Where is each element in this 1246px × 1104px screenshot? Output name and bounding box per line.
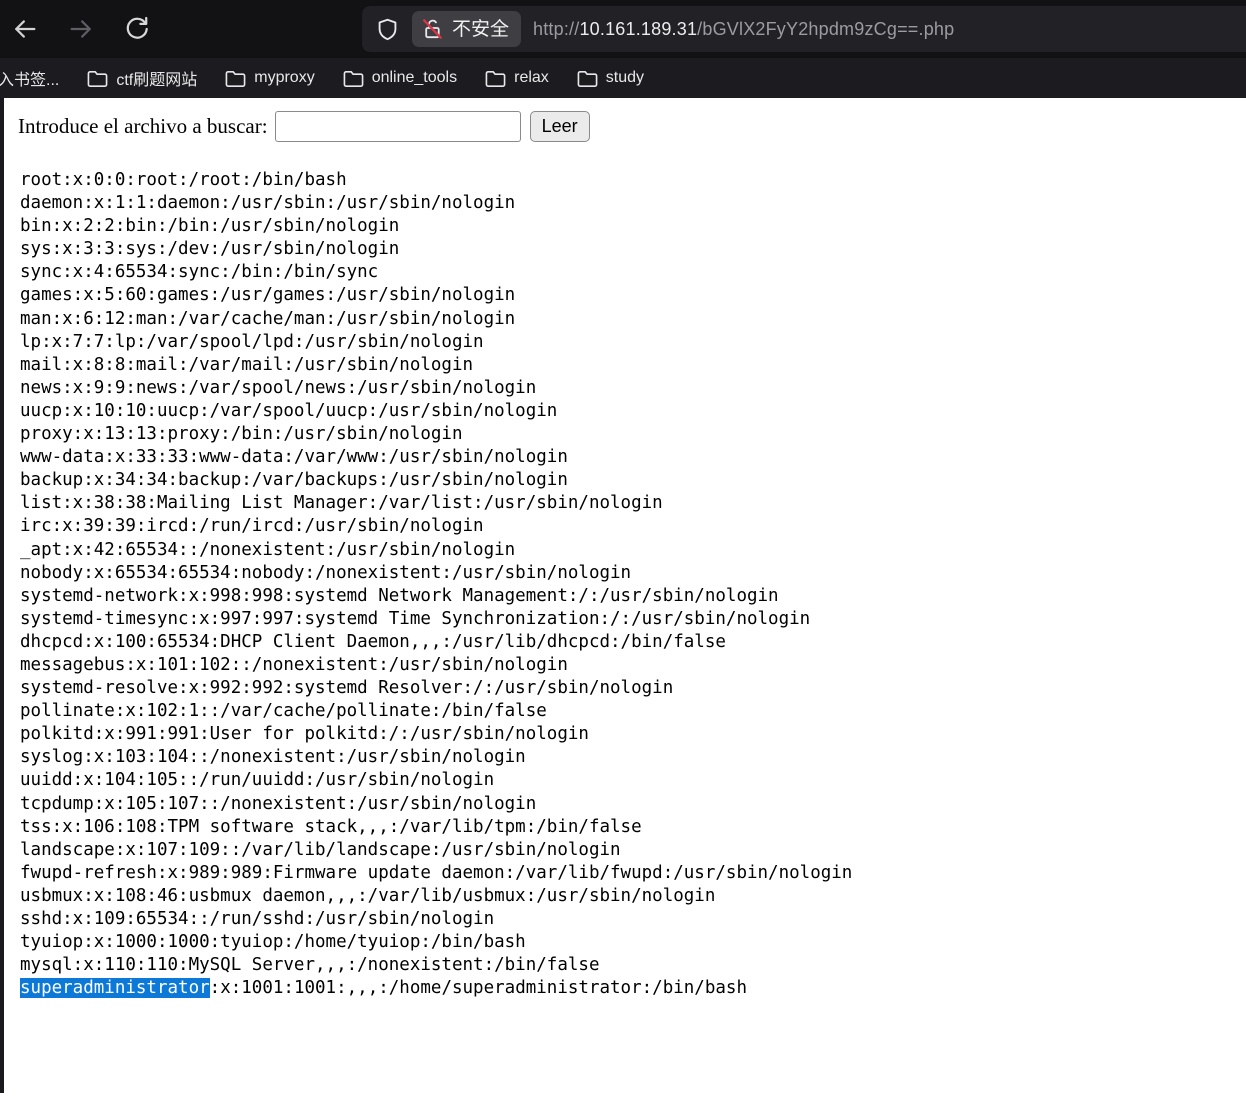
back-button[interactable] <box>8 12 42 46</box>
security-badge[interactable]: 不安全 <box>412 11 521 47</box>
bookmark-item[interactable]: study <box>577 69 644 88</box>
folder-icon <box>485 69 506 88</box>
bookmark-label: ctf刷题网站 <box>116 66 197 90</box>
insecure-lock-icon <box>421 17 445 41</box>
bookmarks-bar: 入书签... ctf刷题网站 myproxy online_tools <box>0 58 1246 98</box>
reload-button[interactable] <box>120 12 154 46</box>
folder-icon <box>225 69 246 88</box>
bookmark-item[interactable]: 入书签... <box>0 66 59 90</box>
read-file-button[interactable]: Leer <box>530 111 590 142</box>
forward-arrow-icon <box>67 15 95 43</box>
browser-chrome: 不安全 http://10.161.189.31/bGVlX2FyY2hpdm9… <box>0 0 1246 98</box>
url-scheme: http:// <box>533 19 579 39</box>
bookmark-item[interactable]: relax <box>485 69 549 88</box>
bookmark-item[interactable]: ctf刷题网站 <box>87 66 197 90</box>
bookmark-label: 入书签... <box>0 66 59 90</box>
file-path-input[interactable] <box>275 111 521 142</box>
selected-text: superadministrator <box>20 978 210 998</box>
forward-button[interactable] <box>64 12 98 46</box>
bookmark-item[interactable]: myproxy <box>225 69 314 88</box>
security-badge-label: 不安全 <box>452 20 509 39</box>
folder-icon <box>87 69 108 88</box>
bookmark-label: relax <box>514 69 549 87</box>
browser-toolbar: 不安全 http://10.161.189.31/bGVlX2FyY2hpdm9… <box>0 0 1246 58</box>
page-content: Introduce el archivo a buscar: Leer root… <box>0 98 1246 1104</box>
url-host: 10.161.189.31 <box>579 19 697 39</box>
address-bar[interactable]: 不安全 http://10.161.189.31/bGVlX2FyY2hpdm9… <box>362 6 1246 52</box>
bookmark-label: myproxy <box>254 69 314 87</box>
tracking-prevention-shield-icon[interactable] <box>375 17 400 42</box>
passwd-output: root:x:0:0:root:/root:/bin/bash daemon:x… <box>20 169 852 1000</box>
reload-icon <box>123 15 151 43</box>
folder-icon <box>577 69 598 88</box>
window-edge-strip <box>0 98 4 1093</box>
folder-icon <box>343 69 364 88</box>
url-text[interactable]: http://10.161.189.31/bGVlX2FyY2hpdm9zCg=… <box>533 19 954 40</box>
bookmark-label: online_tools <box>372 69 457 87</box>
bookmark-item[interactable]: online_tools <box>343 69 457 88</box>
back-arrow-icon <box>11 15 39 43</box>
file-read-form: Introduce el archivo a buscar: Leer <box>18 111 590 142</box>
bookmark-label: study <box>606 69 644 87</box>
url-path: /bGVlX2FyY2hpdm9zCg==.php <box>697 19 954 39</box>
form-label: Introduce el archivo a buscar: <box>18 114 268 139</box>
